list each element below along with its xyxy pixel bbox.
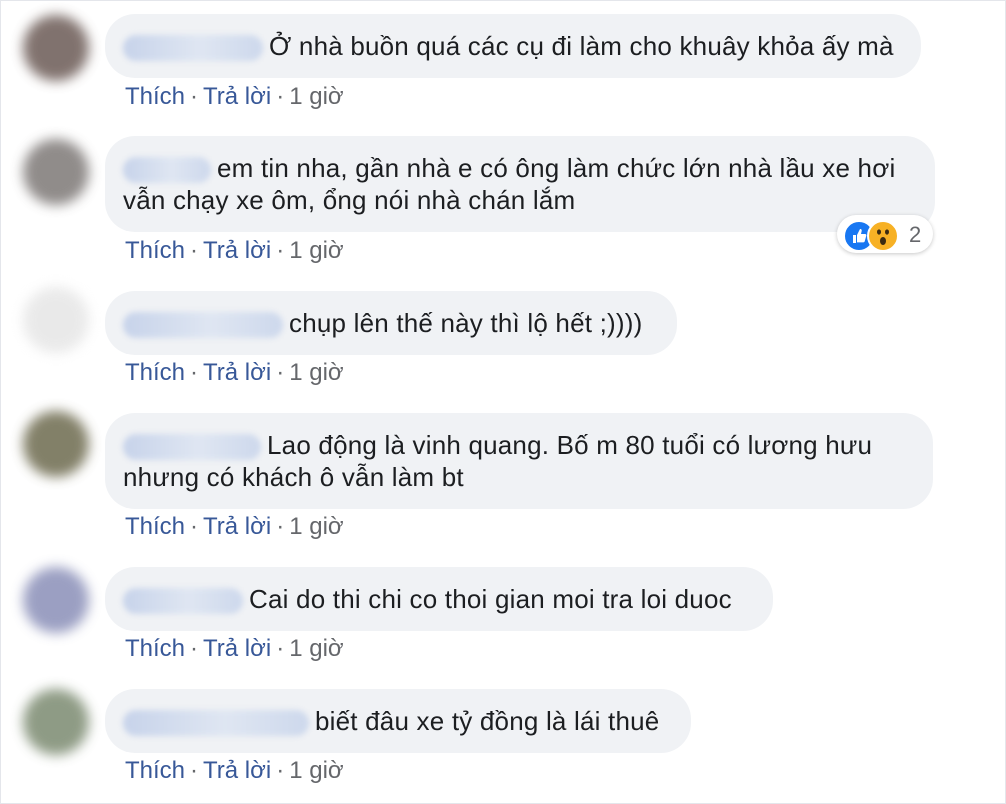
reaction-count: 2 <box>909 222 922 247</box>
separator-dot: · <box>190 83 199 110</box>
like-button[interactable]: Thích <box>125 237 185 264</box>
like-button[interactable]: Thích <box>125 757 185 784</box>
comment-bubble: Ở nhà buồn quá các cụ đi làm cho khuây k… <box>105 14 921 78</box>
comment-timestamp[interactable]: 1 giờ <box>289 359 343 386</box>
comment-bubble: Lao động là vinh quang. Bố m 80 tuổi có … <box>105 413 933 509</box>
comment-text-line: nhưng có khách ô vẫn làm bt <box>123 462 464 492</box>
comment-text: Ở nhà buồn quá các cụ đi làm cho khuây k… <box>269 31 894 61</box>
comment-bubble: biết đâu xe tỷ đồng là lái thuê <box>105 689 691 753</box>
comment-text: Cai do thi chi co thoi gian moi tra loi … <box>249 584 732 614</box>
comment-author[interactable] <box>123 588 243 615</box>
like-button[interactable]: Thích <box>125 635 185 662</box>
avatar[interactable] <box>23 411 89 477</box>
comment-text-line: Lao động là vinh quang. Bố m 80 tuổi có … <box>267 430 873 460</box>
separator-dot: · <box>276 513 285 540</box>
separator-dot: · <box>190 635 199 662</box>
comment-author[interactable] <box>123 35 263 62</box>
comment-author[interactable] <box>123 157 211 184</box>
separator-dot: · <box>276 359 285 386</box>
reply-button[interactable]: Trả lời <box>203 635 271 662</box>
avatar[interactable] <box>23 689 89 755</box>
separator-dot: · <box>276 635 285 662</box>
comment-actions: Thích · Trả lời · 1 giờ <box>125 513 344 541</box>
comment-timestamp[interactable]: 1 giờ <box>289 513 343 540</box>
comment-author[interactable] <box>123 312 283 339</box>
comment-timestamp[interactable]: 1 giờ <box>289 83 343 110</box>
avatar[interactable] <box>23 15 89 81</box>
like-button[interactable]: Thích <box>125 359 185 386</box>
comment-thread: Ở nhà buồn quá các cụ đi làm cho khuây k… <box>0 0 1006 804</box>
avatar[interactable] <box>23 287 89 353</box>
reply-button[interactable]: Trả lời <box>203 237 271 264</box>
like-button[interactable]: Thích <box>125 83 185 110</box>
like-button[interactable]: Thích <box>125 513 185 540</box>
avatar[interactable] <box>23 139 89 205</box>
separator-dot: · <box>276 237 285 264</box>
comment-actions: Thích · Trả lời · 1 giờ <box>125 635 344 663</box>
reply-button[interactable]: Trả lời <box>203 757 271 784</box>
reply-button[interactable]: Trả lời <box>203 513 271 540</box>
comment-actions: Thích · Trả lời · 1 giờ <box>125 237 344 265</box>
comment-actions: Thích · Trả lời · 1 giờ <box>125 83 344 111</box>
separator-dot: · <box>190 359 199 386</box>
comment-text-line: em tin nha, gần nhà e có ông làm chức lớ… <box>217 153 896 183</box>
comment-timestamp[interactable]: 1 giờ <box>289 635 343 662</box>
separator-dot: · <box>190 757 199 784</box>
reply-button[interactable]: Trả lời <box>203 83 271 110</box>
separator-dot: · <box>276 83 285 110</box>
comment-bubble: chụp lên thế này thì lộ hết ;)))) <box>105 291 677 355</box>
comment-text-line: vẫn chạy xe ôm, ổng nói nhà chán lắm <box>123 185 576 215</box>
comment-timestamp[interactable]: 1 giờ <box>289 757 343 784</box>
separator-dot: · <box>276 757 285 784</box>
avatar[interactable] <box>23 567 89 633</box>
comment-actions: Thích · Trả lời · 1 giờ <box>125 359 344 387</box>
separator-dot: · <box>190 513 199 540</box>
comment-bubble: em tin nha, gần nhà e có ông làm chức lớ… <box>105 136 935 232</box>
reaction-summary[interactable]: 2 <box>837 215 933 253</box>
separator-dot: · <box>190 237 199 264</box>
comment-text: biết đâu xe tỷ đồng là lái thuê <box>315 706 660 736</box>
comment-timestamp[interactable]: 1 giờ <box>289 237 343 264</box>
comment-bubble: Cai do thi chi co thoi gian moi tra loi … <box>105 567 773 631</box>
wow-icon <box>867 220 899 252</box>
comment-text: chụp lên thế này thì lộ hết ;)))) <box>289 308 643 338</box>
comment-actions: Thích · Trả lời · 1 giờ <box>125 757 344 785</box>
comment-author[interactable] <box>123 710 309 737</box>
reply-button[interactable]: Trả lời <box>203 359 271 386</box>
comment-author[interactable] <box>123 434 261 461</box>
